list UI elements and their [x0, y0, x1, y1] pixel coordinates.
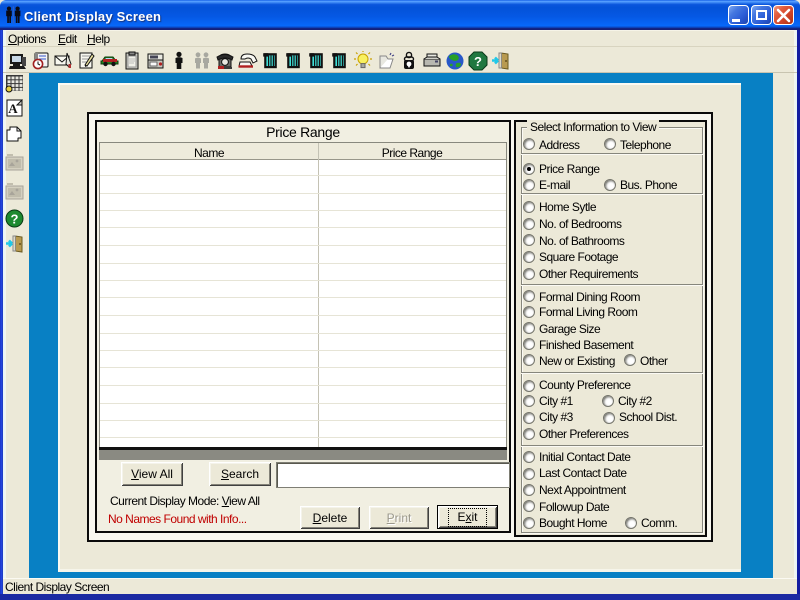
svg-text:?: ? [474, 54, 482, 69]
svg-text:?: ? [11, 212, 19, 227]
svg-text:A: A [8, 101, 18, 116]
